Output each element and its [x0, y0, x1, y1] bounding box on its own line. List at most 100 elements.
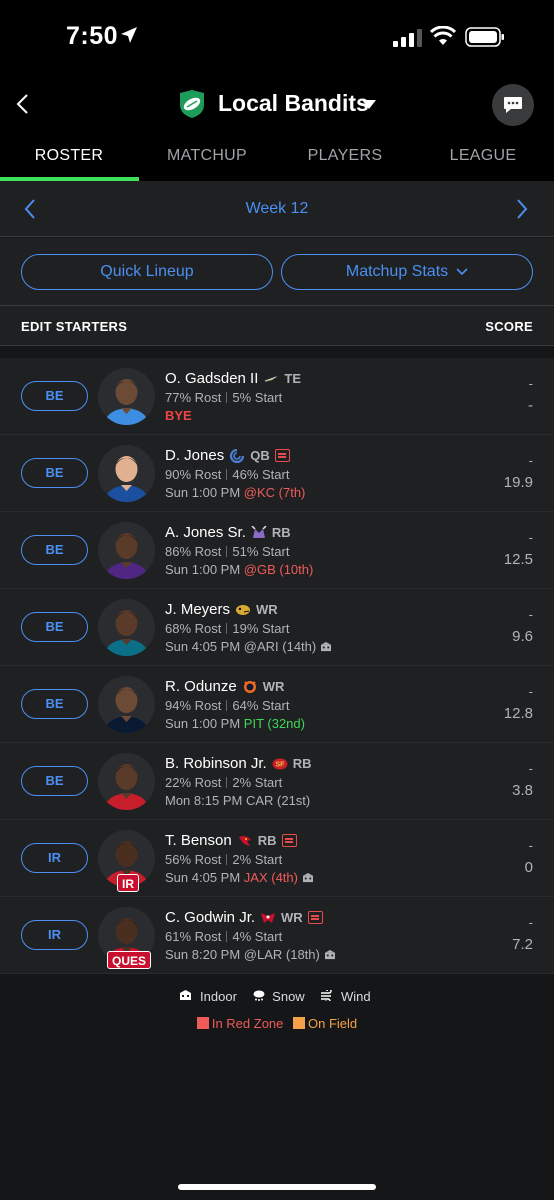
svg-text:SF: SF [275, 761, 285, 768]
colts-logo-icon [230, 448, 245, 463]
legend-wind: Wind [320, 988, 374, 1004]
legend-on-field: On Field [293, 1016, 357, 1031]
game-info: Sun 1:00 PM @GB (10th) [165, 562, 313, 577]
player-row[interactable]: IR IR T. Benson RB 56% Rost 2% Start Sun … [0, 820, 554, 897]
clock: 7:50 [66, 22, 119, 50]
matchup-stats-button[interactable]: Matchup Stats [281, 254, 533, 290]
news-icon[interactable] [274, 449, 290, 462]
player-ownership: 86% Rost 51% Start [165, 544, 289, 559]
player-row[interactable]: BE B. Robinson Jr. SF RB 22% Rost 2% Star… [0, 743, 554, 820]
quick-lineup-button[interactable]: Quick Lineup [21, 254, 273, 290]
slot-button[interactable]: BE [21, 766, 88, 796]
legend: Indoor Snow Wind In Red Zone On Field [0, 976, 554, 1046]
player-avatar[interactable] [98, 368, 155, 425]
legend-snow: Snow [253, 989, 309, 1004]
started-pct: 51% Start [232, 544, 290, 559]
slot-button[interactable]: BE [21, 689, 88, 719]
team-name[interactable]: Local Bandits [218, 90, 369, 117]
status-bar: 7:50 [0, 0, 554, 76]
on-field-swatch [293, 1017, 306, 1029]
tab-matchup[interactable]: MATCHUP [138, 147, 276, 165]
player-position: QB [250, 448, 270, 463]
news-icon[interactable] [307, 911, 323, 924]
player-position: TE [284, 371, 302, 386]
opponent[interactable]: @LAR (18th) [244, 947, 320, 962]
started-pct: 2% Start [232, 852, 283, 867]
opponent[interactable]: JAX (4th) [244, 870, 298, 885]
player-row[interactable]: BE D. Jones QB 90% Rost 46% Start Sun 1:0… [0, 435, 554, 512]
week-label[interactable]: Week 12 [0, 200, 554, 218]
player-name[interactable]: A. Jones Sr. [165, 524, 246, 541]
player-name[interactable]: T. Benson [165, 832, 232, 849]
slot-button[interactable]: BE [21, 381, 88, 411]
player-name[interactable]: B. Robinson Jr. [165, 755, 267, 772]
news-icon[interactable] [281, 834, 297, 847]
home-indicator [178, 1184, 376, 1190]
started-pct: 2% Start [232, 775, 283, 790]
player-row[interactable]: BE R. Odunze WR 94% Rost 64% Start Sun 1:… [0, 666, 554, 743]
player-row[interactable]: IR QUES C. Godwin Jr. WR 61% Rost 4% Star… [0, 897, 554, 974]
slot-button[interactable]: BE [21, 458, 88, 488]
slot-button[interactable]: BE [21, 535, 88, 565]
player-position: RB [292, 756, 312, 771]
action-bar: Quick Lineup Matchup Stats [0, 238, 554, 306]
opponent[interactable]: CAR (21st) [246, 793, 310, 808]
vikings-logo-icon [251, 525, 267, 538]
player-avatar[interactable] [98, 445, 155, 502]
next-week-icon[interactable] [514, 197, 530, 221]
tab-players[interactable]: PLAYERS [276, 147, 414, 165]
player-name-line: R. Odunze WR [165, 678, 284, 695]
opponent[interactable]: @ARI (14th) [244, 639, 316, 654]
player-avatar[interactable] [98, 522, 155, 579]
caret-down-icon[interactable] [362, 100, 376, 109]
player-name[interactable]: O. Gadsden II [165, 370, 258, 387]
projected-score: - [528, 453, 533, 468]
projected-score: - [528, 761, 533, 776]
separator [226, 469, 228, 480]
rostered-pct: 22% Rost [165, 775, 222, 790]
rostered-pct: 86% Rost [165, 544, 222, 559]
projected-score: - [528, 915, 533, 930]
red-zone-swatch [196, 1017, 209, 1029]
injury-badge: IR [117, 874, 139, 892]
49ers-logo-icon: SF [272, 758, 288, 769]
opponent[interactable]: @GB (10th) [244, 562, 314, 577]
back-chevron-icon[interactable] [14, 92, 32, 116]
player-position: RB [257, 833, 277, 848]
player-name[interactable]: D. Jones [165, 447, 224, 464]
slot-button[interactable]: IR [21, 920, 88, 950]
player-name[interactable]: C. Godwin Jr. [165, 909, 255, 926]
chat-bubble-icon [504, 97, 522, 113]
rostered-pct: 94% Rost [165, 698, 222, 713]
player-name[interactable]: R. Odunze [165, 678, 237, 695]
player-avatar[interactable] [98, 599, 155, 656]
slot-button[interactable]: BE [21, 612, 88, 642]
battery-icon [465, 27, 504, 47]
player-avatar[interactable] [98, 676, 155, 733]
player-ownership: 90% Rost 46% Start [165, 467, 289, 482]
game-time: Sun 1:00 PM [165, 716, 241, 731]
game-time: Sun 1:00 PM [165, 562, 241, 577]
separator [226, 392, 228, 403]
snow-cloud-icon [253, 990, 265, 1001]
opponent[interactable]: @KC (7th) [244, 485, 306, 500]
player-row[interactable]: BE O. Gadsden II TE 77% Rost 5% Start BYE… [0, 358, 554, 435]
cellular-signal-icon [393, 29, 422, 47]
jaguars-logo-icon [236, 604, 251, 615]
opponent[interactable]: PIT (32nd) [244, 716, 305, 731]
rostered-pct: 68% Rost [165, 621, 222, 636]
chevron-down-icon [456, 268, 468, 275]
edit-starters-label[interactable]: EDIT STARTERS [21, 319, 127, 334]
player-row[interactable]: BE A. Jones Sr. RB 86% Rost 51% Start Sun… [0, 512, 554, 589]
separator [226, 546, 228, 557]
slot-button[interactable]: IR [21, 843, 88, 873]
game-info: Sun 1:00 PM PIT (32nd) [165, 716, 305, 731]
tab-roster[interactable]: ROSTER [0, 147, 138, 165]
player-name[interactable]: J. Meyers [165, 601, 230, 618]
player-avatar[interactable] [98, 753, 155, 810]
separator [226, 700, 228, 711]
player-row[interactable]: BE J. Meyers WR 68% Rost 19% Start Sun 4:… [0, 589, 554, 666]
chat-button[interactable] [492, 84, 534, 126]
tab-league[interactable]: LEAGUE [414, 147, 552, 165]
game-time: Sun 4:05 PM [165, 870, 241, 885]
